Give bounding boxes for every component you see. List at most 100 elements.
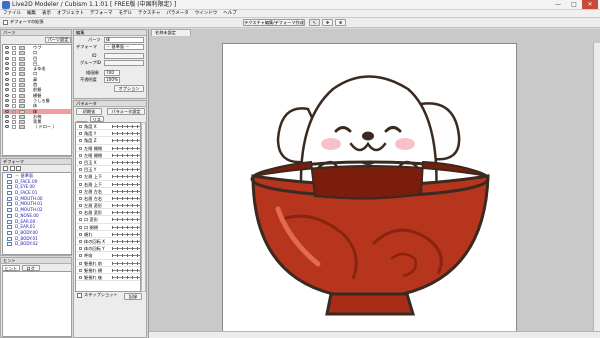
parameter-row[interactable]: 左眉 変形 [76, 202, 140, 210]
parameter-row[interactable]: 体の回転 X [76, 238, 140, 246]
pan-tool-button[interactable]: ✥ [322, 19, 333, 26]
close-button[interactable]: ✕ [582, 0, 598, 9]
parameter-row[interactable]: 体の回転 Y [76, 245, 140, 253]
canvas-document[interactable] [222, 43, 517, 333]
parameter-slider[interactable] [112, 261, 140, 265]
eye-icon[interactable] [5, 125, 9, 129]
parameter-slider[interactable] [112, 240, 140, 243]
key-icon[interactable] [79, 189, 82, 193]
key-icon[interactable] [79, 268, 82, 272]
key-icon[interactable] [79, 175, 82, 179]
parameter-slider[interactable] [112, 218, 140, 222]
parameter-row[interactable]: 右眉 変形 [76, 209, 140, 217]
option-button[interactable]: オプション [114, 85, 144, 92]
key-icon[interactable] [79, 232, 82, 236]
parameter-row[interactable]: 左眉 上下 [76, 173, 140, 181]
parameter-slider[interactable] [112, 182, 140, 186]
parameter-slider[interactable] [112, 275, 140, 279]
parameter-slider[interactable] [112, 125, 140, 128]
parameter-slider[interactable] [112, 175, 140, 179]
parameter-slider[interactable] [112, 247, 140, 251]
parameter-row[interactable]: 目玉 Y [76, 166, 140, 174]
parameter-row[interactable]: 角度 Z [76, 137, 140, 145]
eye-icon[interactable] [5, 88, 9, 92]
deformer-tool-2[interactable] [9, 166, 15, 171]
key-icon[interactable] [79, 204, 82, 208]
parameter-row[interactable]: 呼吸 [76, 252, 140, 260]
parameter-row[interactable]: 髪揺れ 前 [76, 260, 140, 267]
key-icon[interactable] [79, 275, 82, 279]
canvas-vertical-scrollbar[interactable] [593, 43, 600, 333]
eye-icon[interactable] [5, 98, 9, 102]
key-icon[interactable] [79, 139, 82, 143]
key-icon[interactable] [79, 261, 82, 265]
id-field[interactable] [104, 53, 144, 59]
menu-view[interactable]: 表示 [39, 10, 54, 18]
eye-icon[interactable] [5, 120, 9, 124]
parameter-slider[interactable] [112, 204, 140, 208]
step-shot-checkbox[interactable] [77, 293, 82, 298]
parameter-slider[interactable] [112, 196, 140, 200]
opacity-field[interactable]: 100% [104, 77, 120, 83]
menu-texture[interactable]: テクスチャ [135, 10, 163, 18]
parameter-row[interactable]: 左眼 開閉 [76, 145, 140, 152]
key-icon[interactable] [79, 182, 82, 186]
menu-help[interactable]: ヘルプ [220, 10, 240, 18]
key-icon[interactable] [79, 240, 82, 243]
texture-edit-button[interactable]: テクスチャ編集/デフォーマ作成 [243, 19, 305, 26]
parameter-slider[interactable] [112, 160, 140, 164]
parameter-slider[interactable] [112, 211, 140, 215]
lock-icon[interactable] [12, 125, 16, 130]
eye-icon[interactable] [5, 61, 9, 65]
parameter-slider[interactable] [112, 268, 140, 272]
parameter-row[interactable]: 目玉 X [76, 159, 140, 167]
menu-file[interactable]: ファイル [0, 10, 24, 18]
key-icon[interactable] [79, 146, 82, 150]
parameter-slider[interactable] [112, 254, 140, 258]
minimize-button[interactable]: — [550, 0, 566, 9]
menu-object[interactable]: オブジェクト [54, 10, 87, 18]
key-icon[interactable] [79, 225, 82, 229]
menu-edit[interactable]: 編集 [24, 10, 39, 18]
eye-icon[interactable] [5, 83, 9, 87]
menu-parameter[interactable]: パラメータ [163, 10, 191, 18]
parameter-slider[interactable] [112, 132, 140, 136]
key-icon[interactable] [79, 218, 82, 222]
key-icon[interactable] [79, 168, 82, 172]
parts-list-item[interactable]: （ ドロー ） [3, 124, 71, 130]
eye-icon[interactable] [5, 114, 9, 118]
menu-window[interactable]: ウインドウ [192, 10, 221, 18]
menu-model[interactable]: モデル [116, 10, 136, 18]
eye-icon[interactable] [5, 46, 9, 49]
maximize-button[interactable]: □ [566, 0, 582, 9]
deformer-expand-checkbox[interactable] [3, 20, 8, 25]
parameter-slider[interactable] [112, 139, 140, 143]
parts-settings-button[interactable]: パーツ設定 [45, 37, 71, 43]
deformer-tree-item[interactable]: D_BODY.02 [3, 241, 71, 247]
parameter-row[interactable]: 口 開閉 [76, 224, 140, 231]
parameter-row[interactable]: 髪揺れ 後 [76, 274, 140, 282]
eye-icon[interactable] [5, 93, 9, 97]
parameter-slider[interactable] [112, 168, 140, 172]
eye-icon[interactable] [5, 109, 9, 113]
key-icon[interactable] [79, 160, 82, 164]
eye-icon[interactable] [5, 77, 9, 81]
eye-icon[interactable] [5, 67, 9, 71]
parameter-row[interactable]: 左眼 開閉 [76, 152, 140, 159]
parameter-row[interactable]: 髪揺れ 横 [76, 267, 140, 274]
deformer-tool-3[interactable] [16, 166, 22, 171]
parameter-slider[interactable] [112, 225, 140, 229]
key-icon[interactable] [79, 132, 82, 136]
key-icon[interactable] [79, 196, 82, 200]
select-tool-button[interactable]: ↖ [309, 19, 320, 26]
canvas-tab[interactable]: 名称未設定 [151, 29, 191, 36]
parameter-slider[interactable] [112, 189, 140, 193]
param-settings-button[interactable]: パラメータ設定 [107, 108, 145, 115]
draw-order-field[interactable]: 700 [104, 70, 120, 76]
parameter-row[interactable]: 頬れ [76, 231, 140, 238]
parameter-row[interactable]: 右眉 左右 [76, 195, 140, 203]
key-icon[interactable] [79, 153, 82, 157]
deformer-tool-1[interactable] [3, 166, 8, 171]
key-icon[interactable] [79, 247, 82, 251]
eye-icon[interactable] [5, 51, 9, 55]
